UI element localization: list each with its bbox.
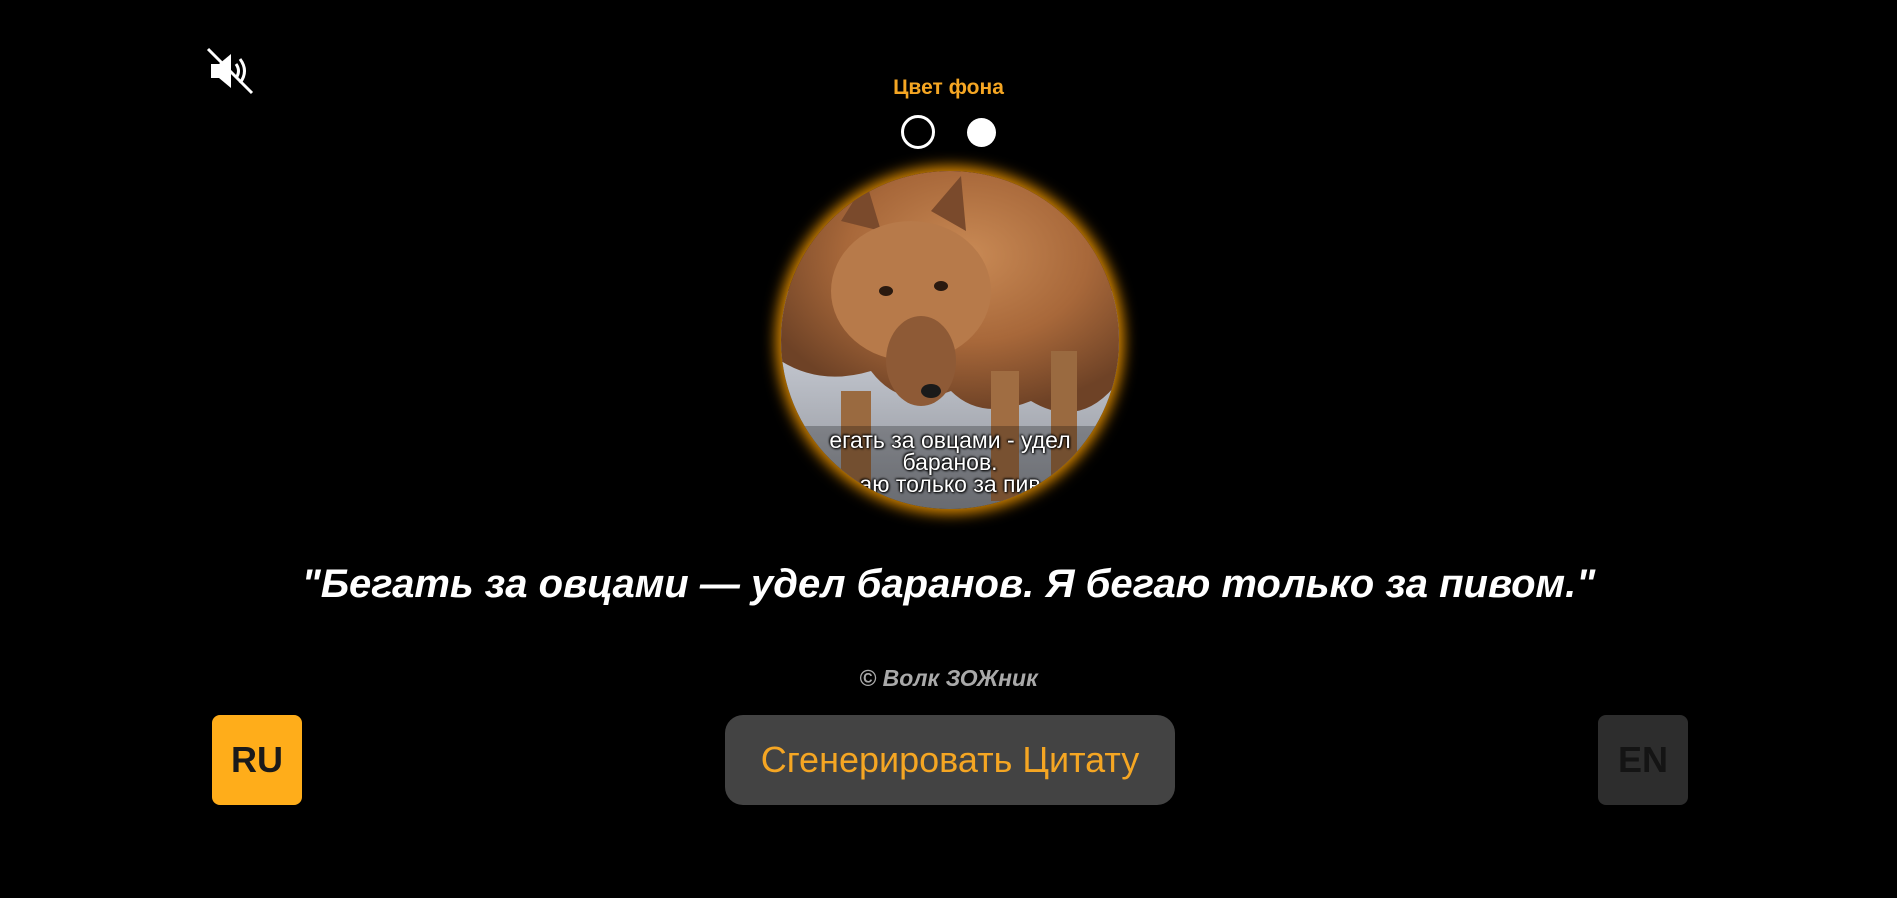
avatar-caption-line-3: аю только за пив — [859, 471, 1041, 497]
avatar-caption-line-2: баранов. — [902, 449, 998, 475]
avatar-caption-line-1: егать за овцами - удел — [829, 427, 1071, 453]
language-en-button[interactable]: EN — [1598, 715, 1688, 805]
quote-author: © Волк ЗОЖник — [859, 665, 1038, 691]
wolf-avatar-image: егать за овцами - удел баранов. аю тольк… — [781, 171, 1119, 509]
background-color-label: Цвет фона — [893, 76, 1004, 99]
background-black-option[interactable] — [901, 115, 935, 149]
generate-quote-button[interactable]: Сгенерировать Цитату — [725, 715, 1175, 805]
language-ru-button[interactable]: RU — [212, 715, 302, 805]
background-color-options — [901, 115, 997, 149]
quote-text: "Бегать за овцами — удел баранов. Я бега… — [301, 562, 1596, 606]
background-white-option[interactable] — [967, 118, 996, 147]
quote-generator-page: Цвет фона егать за овцами - удел баранов… — [0, 0, 1897, 898]
